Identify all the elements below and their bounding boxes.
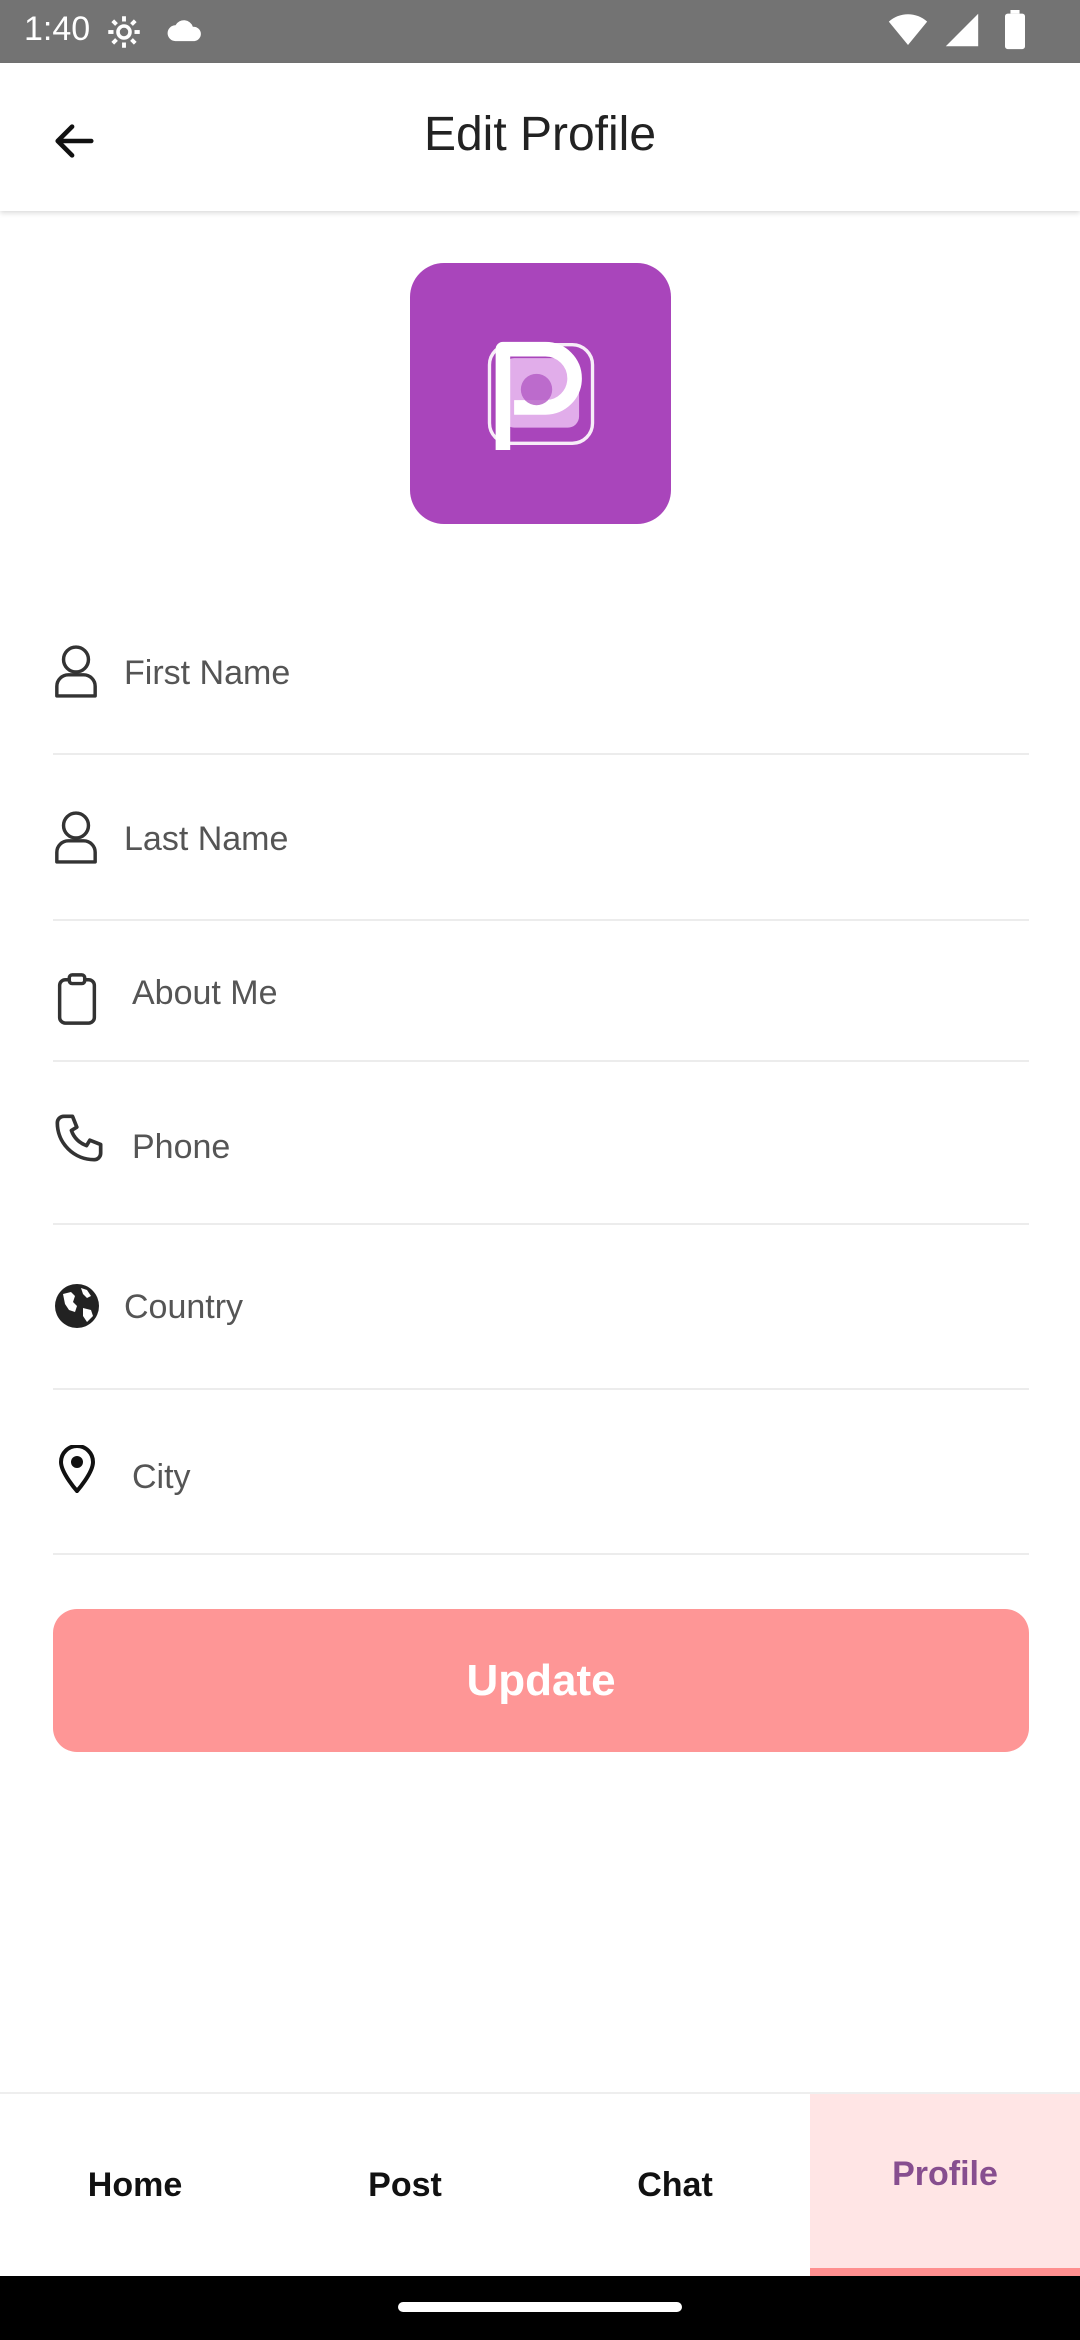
app-bar: Edit Profile — [0, 63, 1080, 211]
bottom-nav: Home Post Chat Profile — [0, 2092, 1080, 2276]
about-me-field[interactable]: About Me — [53, 952, 1029, 1062]
nav-post[interactable]: Post — [270, 2094, 540, 2276]
signal-icon — [944, 12, 980, 53]
gesture-handle[interactable] — [398, 2302, 682, 2312]
phone-field[interactable]: Phone — [53, 1100, 1029, 1225]
nav-chat[interactable]: Chat — [540, 2094, 810, 2276]
first-name-field[interactable]: First Name — [53, 620, 1029, 755]
profile-avatar[interactable] — [410, 263, 671, 524]
cloud-icon — [166, 16, 204, 49]
last-name-field[interactable]: Last Name — [53, 786, 1029, 921]
phone-icon — [53, 1112, 105, 1169]
first-name-placeholder: First Name — [124, 654, 291, 692]
battery-icon — [1004, 10, 1026, 55]
city-placeholder: City — [132, 1458, 191, 1496]
update-button[interactable]: Update — [53, 1609, 1029, 1752]
wifi-icon — [888, 12, 928, 53]
country-field[interactable]: Country — [53, 1260, 1029, 1390]
phone-placeholder: Phone — [132, 1128, 231, 1166]
system-nav-bar — [0, 2276, 1080, 2340]
settings-icon — [106, 14, 142, 55]
person-icon — [53, 810, 99, 869]
country-placeholder: Country — [124, 1288, 244, 1326]
location-pin-icon — [58, 1444, 96, 1498]
status-bar: 1:40 — [0, 0, 1080, 63]
page-title: Edit Profile — [423, 108, 657, 161]
nav-home[interactable]: Home — [0, 2094, 270, 2276]
nav-profile[interactable]: Profile — [810, 2094, 1080, 2276]
clipboard-icon — [55, 972, 99, 1031]
status-time: 1:40 — [24, 10, 91, 48]
person-icon — [53, 644, 99, 703]
app-logo-icon — [487, 341, 594, 450]
city-field[interactable]: City — [53, 1425, 1029, 1555]
about-me-placeholder: About Me — [132, 974, 278, 1012]
last-name-placeholder: Last Name — [124, 820, 289, 858]
globe-icon — [53, 1282, 101, 1335]
